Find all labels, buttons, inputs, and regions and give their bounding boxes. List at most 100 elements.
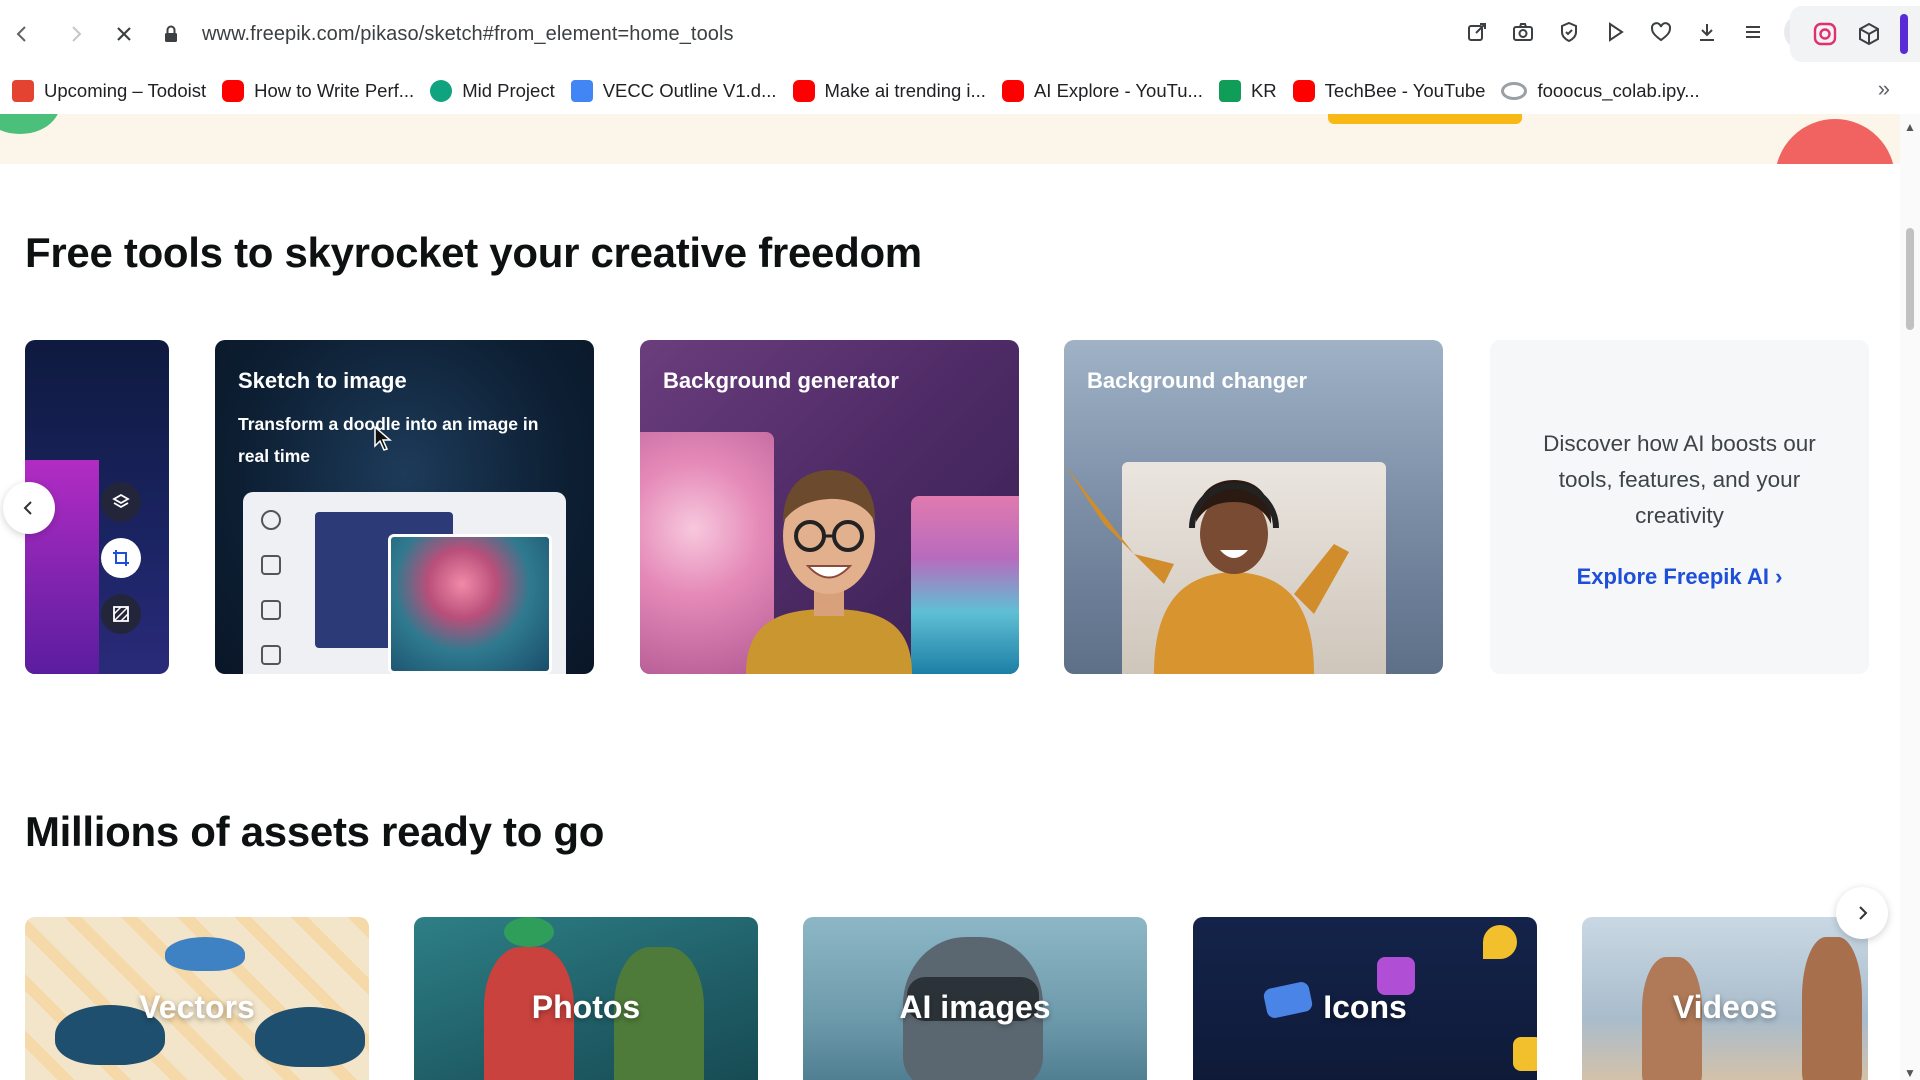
extension-instagram-icon[interactable] [1812,21,1838,47]
bookmark-label: How to Write Perf... [254,80,415,101]
bookmark-label: Make ai trending i... [824,80,986,101]
chatgpt-icon [430,80,453,102]
asset-card-vectors[interactable]: Vectors [25,917,369,1080]
layers-icon [101,482,141,522]
bookmark-fooocus-colab[interactable]: fooocus_colab.ipy... [1501,74,1700,108]
location-pin-icon [1483,925,1517,959]
shield-icon [1561,21,1577,43]
colab-icon [1501,82,1528,100]
decorative-shape [1775,119,1895,164]
tools-section-title: Free tools to skyrocket your creative fr… [25,229,922,276]
sketch-toolbar [261,510,291,674]
google-docs-icon [570,80,593,102]
lock-icon [1513,1037,1537,1071]
crop-icon [101,538,141,578]
bookmark-label: VECC Outline V1.d... [602,80,777,101]
decorative-shape [0,114,60,134]
asset-card-label: AI images [899,989,1051,1025]
stop-loading-button[interactable] [104,14,144,54]
download-icon [1700,24,1714,41]
bookmark-vecc-outline[interactable]: VECC Outline V1.d... [570,74,777,108]
asset-card-label: Videos [1672,989,1778,1025]
extensions-puzzle-icon[interactable] [1856,21,1882,47]
hero-banner-bottom [0,114,1900,164]
bookmark-make-ai-trending[interactable]: Make ai trending i... [792,74,986,108]
bookmarks-bar: Upcoming – Todoist How to Write Perf... … [0,68,1920,114]
tool-card-title: Sketch to image [238,368,407,393]
bookmark-label: Upcoming – Todoist [44,80,207,101]
play-icon [1609,22,1624,42]
arrow-right-icon [72,26,82,42]
bookmark-todoist[interactable]: Upcoming – Todoist [12,74,206,108]
scroll-down-arrow-icon[interactable]: ▼ [1904,1066,1916,1080]
browser-toolbar: www.freepik.com/pikaso/sketch#from_eleme… [0,0,1920,68]
close-icon [117,27,131,41]
share-button[interactable] [1462,17,1492,47]
fish-pattern-shape [165,937,245,971]
lasso-icon [261,510,281,530]
forward-button[interactable] [56,14,96,54]
pencil-icon [261,555,281,575]
asset-card-label: Vectors [139,989,255,1025]
url-text: www.freepik.com/pikaso/sketch#from_eleme… [202,22,734,45]
assets-section-title: Millions of assets ready to go [25,808,605,855]
tool-card-background-generator[interactable]: Background generator [640,340,1019,674]
asset-card-label: Photos [531,989,641,1025]
back-button[interactable] [2,14,42,54]
asset-card-icons[interactable]: Icons [1193,917,1537,1080]
asset-card-videos[interactable]: Videos [1582,917,1868,1080]
sketch-editor-preview [243,492,566,674]
explore-freepik-ai-link[interactable]: Explore Freepik AI › [1490,564,1869,590]
share-icon [1468,23,1486,41]
address-bar[interactable]: www.freepik.com/pikaso/sketch#from_eleme… [160,14,734,54]
chevron-right-icon [1859,906,1868,920]
todoist-icon [12,80,34,102]
chevron-left-icon [23,501,32,515]
tool-sidebar [93,472,149,672]
youtube-icon [222,80,245,102]
bookmark-label: Mid Project [462,80,555,101]
bookmark-kr[interactable]: KR [1218,74,1277,108]
youtube-icon [792,80,815,102]
upload-icon [261,645,281,665]
dancing-woman-image [1064,464,1349,674]
discover-text: Discover how AI boosts our tools, featur… [1543,431,1816,528]
bookmark-label: AI Explore - YouTu... [1033,80,1203,101]
play-button[interactable] [1600,17,1630,47]
downloads-button[interactable] [1692,17,1722,47]
tool-card-description: Transform a doodle into an image in real… [238,414,539,466]
bookmark-label: KR [1250,80,1277,101]
screenshot-button[interactable] [1508,17,1538,47]
youtube-icon [1001,80,1024,102]
bookmark-how-to-write[interactable]: How to Write Perf... [222,74,414,108]
generated-jellyfish-image [388,534,552,674]
arrow-left-icon [16,26,26,42]
list-icon [1746,26,1760,38]
tools-carousel-prev-button[interactable] [3,482,55,534]
smiling-man-image [746,470,912,674]
extensions-area [1790,6,1920,62]
page-scrollbar[interactable]: ▲ ▼ [1900,114,1920,1080]
asset-card-ai-images[interactable]: AI images [803,917,1147,1080]
texture-icon [101,594,141,634]
assets-carousel-next-button[interactable] [1836,887,1888,939]
tool-card-sketch-to-image[interactable]: Sketch to image Transform a doodle into … [215,340,594,674]
lock-icon [165,25,177,42]
bookmark-techbee[interactable]: TechBee - YouTube [1292,74,1485,108]
generated-background-sea [911,496,1019,674]
scroll-up-arrow-icon[interactable]: ▲ [1904,120,1916,134]
mouse-cursor-icon [374,426,392,451]
favorite-button[interactable] [1646,17,1676,47]
scrollbar-thumb[interactable] [1906,228,1914,330]
bookmark-label: fooocus_colab.ipy... [1537,80,1700,101]
asset-card-photos[interactable]: Photos [414,917,758,1080]
tool-card-title: Background generator [663,368,899,393]
tool-card-background-changer[interactable]: Background changer [1064,340,1443,674]
hero-button-edge[interactable] [1328,114,1522,124]
shield-button[interactable] [1554,17,1584,47]
bookmark-mid-project[interactable]: Mid Project [430,74,555,108]
reading-list-button[interactable] [1738,17,1768,47]
toolbar-actions [1462,14,1820,50]
bookmark-ai-explore[interactable]: AI Explore - YouTu... [1001,74,1203,108]
bookmarks-overflow-chevron-icon[interactable]: » [1878,76,1890,102]
